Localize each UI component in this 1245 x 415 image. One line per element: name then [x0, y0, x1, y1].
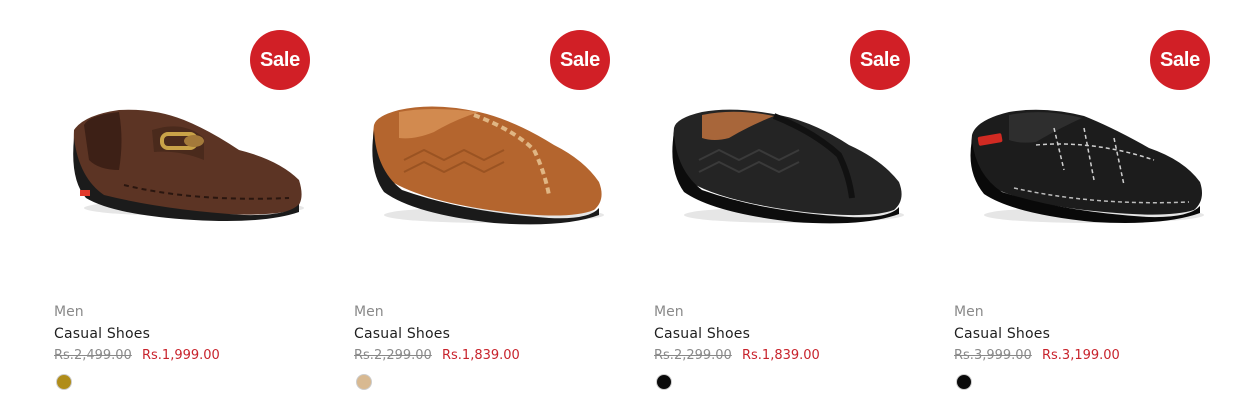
color-swatch[interactable] — [656, 374, 672, 390]
product-card[interactable]: Sale Men Casual Shoes Rs.2,299.00 Rs.1,8… — [654, 0, 934, 415]
sale-price: Rs.3,199.00 — [1041, 348, 1120, 363]
sale-price: Rs.1,839.00 — [441, 348, 520, 363]
product-category: Men — [354, 304, 384, 320]
price-row: Rs.2,299.00 Rs.1,839.00 — [654, 348, 820, 363]
product-title[interactable]: Casual Shoes — [54, 326, 150, 342]
price-row: Rs.2,299.00 Rs.1,839.00 — [354, 348, 520, 363]
sale-badge: Sale — [250, 30, 310, 90]
original-price: Rs.2,299.00 — [654, 348, 732, 363]
original-price: Rs.2,499.00 — [54, 348, 132, 363]
original-price: Rs.2,299.00 — [354, 348, 432, 363]
product-card[interactable]: Sale Men Casual Shoes Rs.3,999.00 Rs.3,1… — [954, 0, 1234, 415]
product-category: Men — [954, 304, 984, 320]
sale-price: Rs.1,999.00 — [141, 348, 220, 363]
price-row: Rs.2,499.00 Rs.1,999.00 — [54, 348, 220, 363]
product-grid: Sale Men Casual Shoes Rs.2,499.00 Rs.1,9… — [0, 0, 1245, 415]
color-swatch[interactable] — [56, 374, 72, 390]
product-category: Men — [54, 304, 84, 320]
original-price: Rs.3,999.00 — [954, 348, 1032, 363]
color-swatch[interactable] — [356, 374, 372, 390]
sale-badge: Sale — [850, 30, 910, 90]
product-title[interactable]: Casual Shoes — [654, 326, 750, 342]
color-swatch[interactable] — [956, 374, 972, 390]
product-title[interactable]: Casual Shoes — [954, 326, 1050, 342]
sale-price: Rs.1,839.00 — [741, 348, 820, 363]
sale-badge: Sale — [550, 30, 610, 90]
product-card[interactable]: Sale Men Casual Shoes Rs.2,299.00 Rs.1,8… — [354, 0, 634, 415]
sale-badge: Sale — [1150, 30, 1210, 90]
price-row: Rs.3,999.00 Rs.3,199.00 — [954, 348, 1120, 363]
product-card[interactable]: Sale Men Casual Shoes Rs.2,499.00 Rs.1,9… — [54, 0, 334, 415]
product-category: Men — [654, 304, 684, 320]
product-title[interactable]: Casual Shoes — [354, 326, 450, 342]
